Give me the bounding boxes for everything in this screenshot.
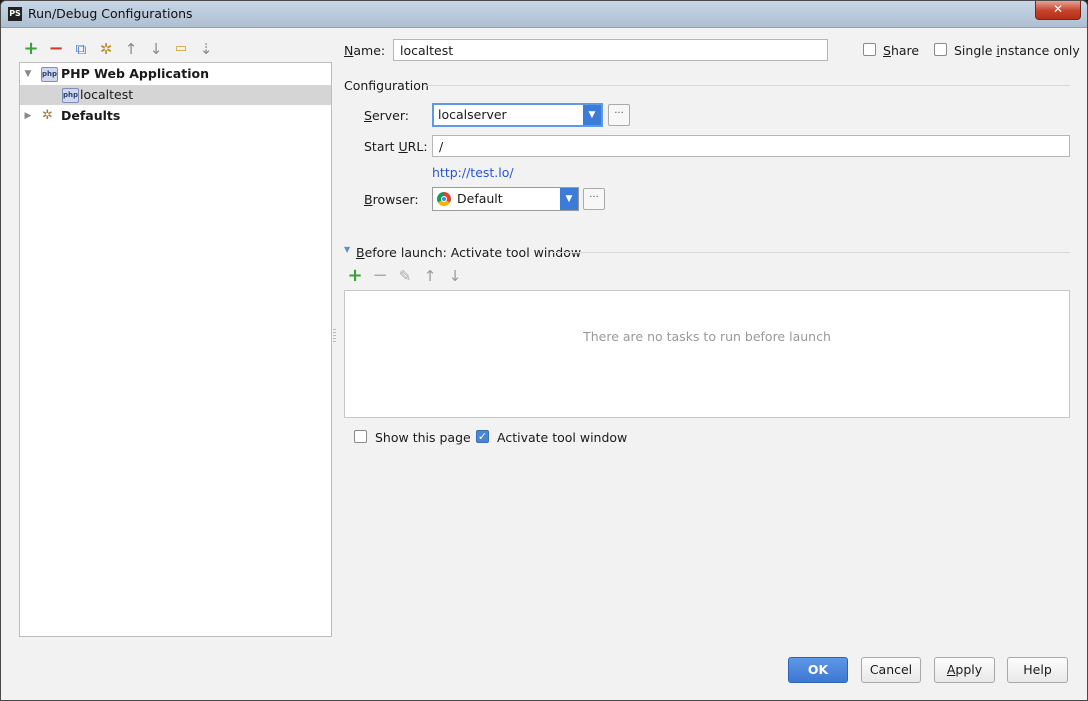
expanded-arrow-icon[interactable]: ▼ [23, 64, 33, 84]
browser-selected-value: Default [457, 191, 503, 206]
tree-node-label: PHP Web Application [61, 66, 209, 81]
single-instance-label[interactable]: Single instance only [954, 43, 1080, 58]
copy-configuration-icon[interactable]: ⧉ [71, 39, 91, 59]
run-debug-dialog: PS Run/Debug Configurations ✕ + − ⧉ ✲ ↑ … [0, 0, 1088, 701]
section-divider [425, 85, 1070, 86]
server-label: Server: [364, 108, 409, 123]
tree-node-localtest[interactable]: php localtest [20, 85, 331, 105]
apply-button[interactable]: Apply [934, 657, 995, 683]
before-launch-task-list[interactable]: There are no tasks to run before launch [344, 290, 1070, 418]
show-this-page-label[interactable]: Show this page [375, 430, 471, 445]
edit-defaults-icon[interactable]: ✲ [96, 39, 116, 59]
phpstorm-app-icon: PS [8, 7, 22, 21]
start-url-label: Start URL: [364, 139, 428, 154]
move-task-up-icon[interactable]: ↑ [420, 266, 440, 286]
collapsed-arrow-icon[interactable]: ▶ [23, 106, 33, 126]
move-task-down-icon[interactable]: ↓ [445, 266, 465, 286]
server-browse-button[interactable]: ··· [608, 104, 630, 126]
browser-browse-button[interactable]: ··· [583, 188, 605, 210]
url-preview-link[interactable]: http://test.lo/ [432, 165, 514, 180]
edit-task-icon[interactable]: ✎ [395, 266, 415, 286]
remove-task-icon[interactable]: − [370, 266, 390, 286]
move-down-icon[interactable]: ↓ [146, 39, 166, 59]
cancel-button[interactable]: Cancel [861, 657, 921, 683]
tree-node-php-web-application[interactable]: ▼ php PHP Web Application [20, 64, 331, 84]
dropdown-arrow-icon[interactable]: ▼ [583, 105, 601, 125]
window-title: Run/Debug Configurations [28, 6, 193, 21]
folder-icon[interactable]: ▭ [171, 39, 191, 59]
share-label[interactable]: Share [883, 43, 919, 58]
add-configuration-icon[interactable]: + [21, 39, 41, 59]
configurations-tree[interactable]: ▼ php PHP Web Application php localtest … [19, 62, 332, 637]
activate-tool-window-checkbox[interactable]: ✓ [476, 430, 489, 443]
close-window-button[interactable]: ✕ [1035, 1, 1081, 20]
name-label: Name: [344, 43, 386, 58]
browser-label: Browser: [364, 192, 419, 207]
sort-alphabetically-icon[interactable]: ⇣ [196, 39, 216, 59]
tree-node-label: Defaults [61, 108, 121, 123]
add-task-icon[interactable]: + [345, 266, 365, 286]
remove-configuration-icon[interactable]: − [46, 39, 66, 59]
ok-button[interactable]: OK [788, 657, 848, 683]
chrome-icon [437, 192, 451, 206]
dropdown-arrow-icon[interactable]: ▼ [560, 188, 578, 210]
section-divider [552, 252, 1070, 253]
server-selected-value: localserver [438, 107, 507, 122]
show-this-page-checkbox[interactable] [354, 430, 367, 443]
move-up-icon[interactable]: ↑ [121, 39, 141, 59]
defaults-wrench-icon: ✲ [42, 108, 53, 123]
panel-splitter[interactable] [333, 329, 336, 343]
empty-tasks-message: There are no tasks to run before launch [583, 329, 831, 344]
share-checkbox[interactable] [863, 43, 876, 56]
php-web-app-icon: php [41, 67, 58, 82]
tree-node-defaults[interactable]: ▶ ✲ Defaults [20, 106, 331, 126]
tree-node-label: localtest [80, 87, 134, 102]
php-web-app-icon: php [62, 88, 79, 103]
configuration-section-header: Configuration [344, 78, 429, 93]
single-instance-checkbox[interactable] [934, 43, 947, 56]
section-collapse-arrow-icon[interactable]: ▼ [344, 245, 350, 254]
name-input[interactable]: localtest [393, 39, 828, 61]
start-url-input[interactable]: / [432, 135, 1070, 157]
before-launch-header[interactable]: Before launch: Activate tool window [356, 245, 581, 260]
browser-dropdown[interactable]: Default ▼ [432, 187, 579, 211]
title-bar[interactable]: PS Run/Debug Configurations ✕ [1, 1, 1087, 28]
server-dropdown[interactable]: localserver ▼ [432, 103, 603, 127]
help-button[interactable]: Help [1007, 657, 1068, 683]
activate-tool-window-label[interactable]: Activate tool window [497, 430, 627, 445]
